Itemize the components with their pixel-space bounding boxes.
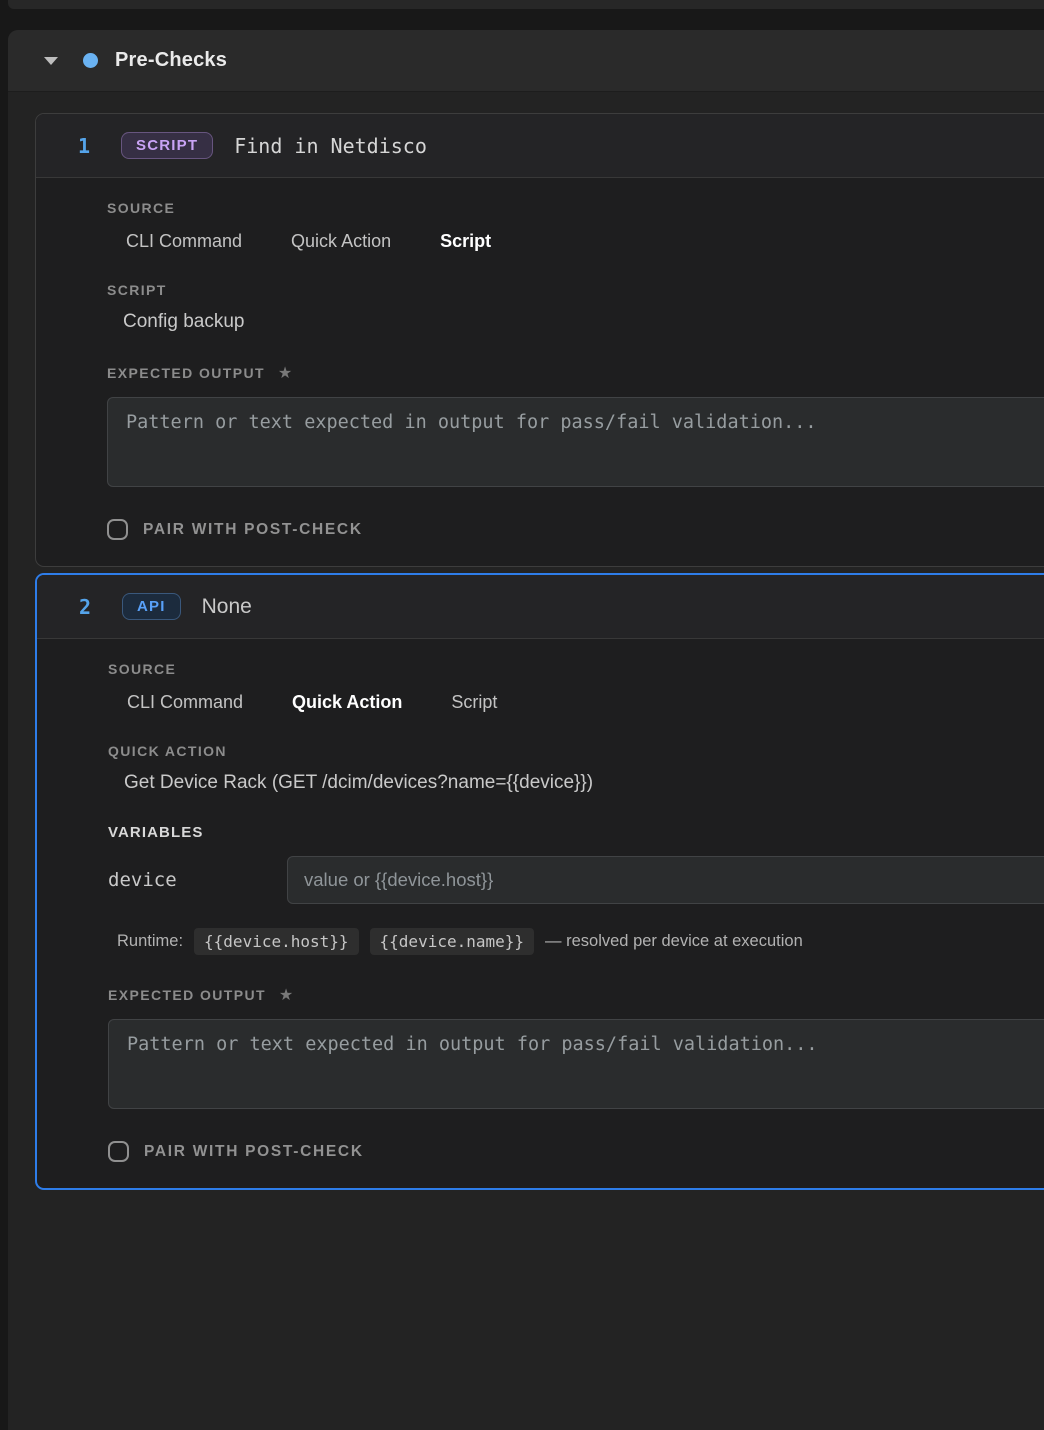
variables-label: VARIABLES [108, 824, 1044, 841]
source-label: SOURCE [107, 200, 1044, 216]
section-bullet-icon [83, 53, 98, 68]
source-option-script[interactable]: Script [440, 231, 491, 252]
expected-output-textarea[interactable] [107, 397, 1044, 487]
check-1-body: SOURCE CLI Command Quick Action Script S… [36, 178, 1044, 566]
source-label: SOURCE [108, 661, 1044, 677]
runtime-prefix: Runtime: [117, 932, 183, 951]
source-options: CLI Command Quick Action Script [127, 692, 1044, 713]
check-1-header[interactable]: 1 SCRIPT Find in Netdisco [36, 114, 1044, 178]
variable-value-input[interactable] [287, 856, 1044, 904]
check-title: None [202, 595, 252, 619]
runtime-suffix: — resolved per device at execution [545, 932, 803, 951]
expected-output-label: EXPECTED OUTPUT [108, 987, 266, 1003]
pair-post-check-checkbox[interactable] [107, 519, 128, 540]
pair-post-check-row: PAIR WITH POST-CHECK [107, 519, 1044, 540]
runtime-hint-row: Runtime: {{device.host}} {{device.name}}… [117, 928, 1044, 955]
expected-output-row: EXPECTED OUTPUT ★ [107, 363, 1044, 383]
check-2-header[interactable]: 2 API None [37, 575, 1044, 639]
pair-post-check-label: PAIR WITH POST-CHECK [144, 1143, 364, 1161]
pre-checks-panel: Pre-Checks 1 SCRIPT Find in Netdisco SOU… [8, 30, 1044, 1430]
expected-output-label: EXPECTED OUTPUT [107, 365, 265, 381]
runtime-chip-device-name: {{device.name}} [370, 928, 535, 955]
check-type-badge: SCRIPT [121, 132, 213, 159]
pre-checks-header[interactable]: Pre-Checks [8, 30, 1044, 92]
pair-post-check-checkbox[interactable] [108, 1141, 129, 1162]
variable-name: device [108, 869, 287, 891]
check-title: Find in Netdisco [234, 134, 427, 158]
source-option-cli-command[interactable]: CLI Command [127, 692, 243, 713]
check-2-body: SOURCE CLI Command Quick Action Script Q… [37, 639, 1044, 1188]
source-option-quick-action[interactable]: Quick Action [292, 692, 402, 713]
required-star-icon: ★ [278, 363, 292, 383]
source-option-script[interactable]: Script [451, 692, 497, 713]
check-item-2: 2 API None SOURCE CLI Command Quick Acti… [35, 573, 1044, 1190]
pair-post-check-row: PAIR WITH POST-CHECK [108, 1141, 1044, 1162]
check-number: 2 [79, 595, 95, 619]
source-option-quick-action[interactable]: Quick Action [291, 231, 391, 252]
expected-output-row: EXPECTED OUTPUT ★ [108, 985, 1044, 1005]
previous-card-edge [8, 0, 1044, 9]
variable-row: device [108, 856, 1044, 904]
collapse-caret-icon[interactable] [44, 57, 58, 65]
quick-action-label: QUICK ACTION [108, 743, 1044, 759]
pre-checks-list: 1 SCRIPT Find in Netdisco SOURCE CLI Com… [8, 92, 1044, 1230]
expected-output-textarea[interactable] [108, 1019, 1044, 1109]
check-number: 1 [78, 134, 94, 158]
quick-action-select-value[interactable]: Get Device Rack (GET /dcim/devices?name=… [124, 772, 1044, 794]
runtime-chip-device-host: {{device.host}} [194, 928, 359, 955]
required-star-icon: ★ [279, 985, 293, 1005]
panel-title: Pre-Checks [115, 49, 227, 72]
source-options: CLI Command Quick Action Script [126, 231, 1044, 252]
script-label: SCRIPT [107, 282, 1044, 298]
check-type-badge: API [122, 593, 181, 620]
pair-post-check-label: PAIR WITH POST-CHECK [143, 521, 363, 539]
script-select-value[interactable]: Config backup [123, 311, 1044, 333]
source-option-cli-command[interactable]: CLI Command [126, 231, 242, 252]
check-item-1: 1 SCRIPT Find in Netdisco SOURCE CLI Com… [35, 113, 1044, 567]
